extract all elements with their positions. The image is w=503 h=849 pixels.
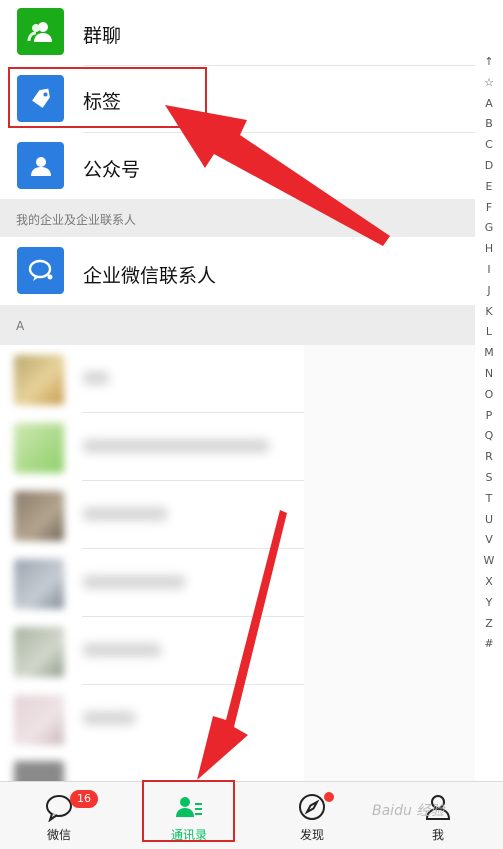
avatar: [14, 627, 64, 677]
compass-icon: [299, 794, 325, 820]
index-letter[interactable]: O: [475, 385, 503, 406]
index-letter[interactable]: X: [475, 572, 503, 593]
index-letter[interactable]: P: [475, 406, 503, 427]
highlight-box-tags: [8, 67, 207, 128]
section-header-a: A: [0, 305, 475, 345]
index-letter[interactable]: B: [475, 114, 503, 135]
index-letter[interactable]: E: [475, 177, 503, 198]
index-letter[interactable]: #: [475, 634, 503, 655]
tab-label: 微信: [46, 828, 71, 842]
section-header-enterprise: 我的企业及企业联系人: [0, 199, 475, 237]
alphabet-index[interactable]: ↑ ☆ A B C D E F G H I J K L M N O P Q R S T U V W X Y Z #: [475, 52, 503, 655]
index-letter[interactable]: A: [475, 94, 503, 115]
menu-item-label: 群聊: [83, 25, 122, 47]
tab-chats[interactable]: 16 微信: [9, 782, 109, 849]
index-letter[interactable]: Y: [475, 593, 503, 614]
index-letter[interactable]: D: [475, 156, 503, 177]
index-letter[interactable]: K: [475, 302, 503, 323]
index-letter[interactable]: ☆: [475, 73, 503, 94]
watermark: Baidu 经验: [372, 803, 445, 819]
contact-name-blurred: [82, 439, 270, 453]
avatar: [14, 491, 64, 541]
index-letter[interactable]: L: [475, 322, 503, 343]
contact-name-blurred: [82, 371, 110, 385]
index-letter[interactable]: J: [475, 281, 503, 302]
index-letter[interactable]: H: [475, 239, 503, 260]
official-account-icon: [17, 142, 64, 189]
avatar: [14, 355, 64, 405]
contact-name-blurred: [82, 643, 162, 657]
contact-name-blurred: [82, 507, 168, 521]
tab-label: 发现: [299, 828, 324, 842]
index-letter[interactable]: F: [475, 198, 503, 219]
contact-name-blurred: [82, 575, 186, 589]
index-letter[interactable]: M: [475, 343, 503, 364]
group-chat-icon: [17, 8, 64, 55]
wecom-contact-icon: [17, 247, 64, 294]
index-letter[interactable]: W: [475, 551, 503, 572]
avatar: [14, 695, 64, 745]
privacy-blur-band: [304, 345, 475, 781]
tab-discover[interactable]: 发现: [262, 782, 362, 849]
index-letter[interactable]: S: [475, 468, 503, 489]
index-letter[interactable]: U: [475, 510, 503, 531]
index-letter[interactable]: I: [475, 260, 503, 281]
index-letter[interactable]: C: [475, 135, 503, 156]
menu-item-label: 企业微信联系人: [83, 265, 217, 287]
index-letter[interactable]: G: [475, 218, 503, 239]
menu-item-group-chat[interactable]: 群聊: [0, 0, 475, 65]
index-letter[interactable]: Z: [475, 614, 503, 635]
index-letter[interactable]: Q: [475, 426, 503, 447]
index-letter[interactable]: R: [475, 447, 503, 468]
new-dot: [324, 792, 334, 802]
section-label: 我的企业及企业联系人: [16, 213, 137, 227]
highlight-box-contacts-tab: [142, 780, 235, 842]
menu-item-official-accounts[interactable]: 公众号: [0, 133, 475, 199]
menu-item-wecom-contacts[interactable]: 企业微信联系人: [0, 237, 475, 305]
avatar: [14, 559, 64, 609]
section-label: A: [16, 319, 25, 333]
unread-badge: 16: [70, 790, 98, 808]
avatar: [14, 761, 64, 781]
index-letter[interactable]: T: [475, 489, 503, 510]
tab-label: 我: [431, 828, 444, 842]
index-letter[interactable]: ↑: [475, 52, 503, 73]
index-letter[interactable]: V: [475, 530, 503, 551]
menu-item-label: 公众号: [83, 159, 141, 181]
avatar: [14, 423, 64, 473]
index-letter[interactable]: N: [475, 364, 503, 385]
contact-name-blurred: [82, 711, 136, 725]
